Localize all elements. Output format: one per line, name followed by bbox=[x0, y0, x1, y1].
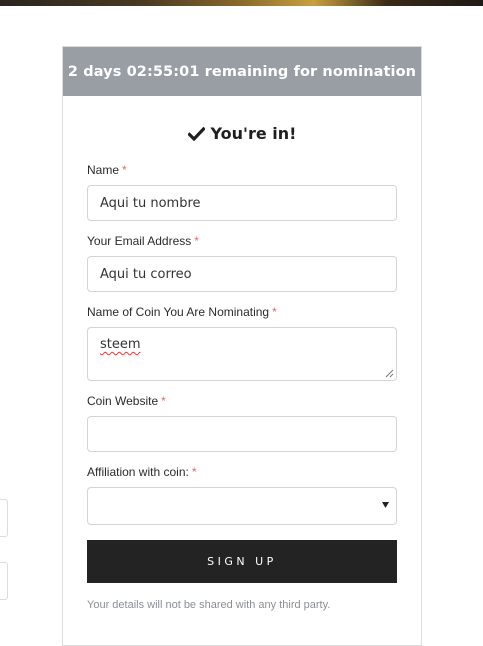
nomination-card: 2 days 02:55:01 remaining for nomination… bbox=[62, 46, 422, 646]
caret-down-icon bbox=[382, 502, 389, 508]
side-tab-lower[interactable] bbox=[0, 562, 8, 600]
name-input[interactable]: Aqui tu nombre bbox=[87, 185, 397, 221]
sign-up-button[interactable]: SIGN UP bbox=[87, 540, 397, 583]
name-label: Name * bbox=[87, 163, 127, 177]
affiliation-field-group: Affiliation with coin: * bbox=[87, 465, 397, 525]
coin-website-input[interactable] bbox=[87, 416, 397, 452]
required-mark: * bbox=[272, 305, 277, 319]
side-tab-upper[interactable] bbox=[0, 499, 8, 537]
signup-status: You're in! bbox=[63, 124, 421, 143]
email-field-group: Your Email Address * Aqui tu correo bbox=[87, 234, 397, 292]
required-mark: * bbox=[161, 394, 166, 408]
coin-website-label: Coin Website * bbox=[87, 394, 166, 408]
email-input[interactable]: Aqui tu correo bbox=[87, 256, 397, 292]
name-field-group: Name * Aqui tu nombre bbox=[87, 163, 397, 221]
countdown-text: 2 days 02:55:01 remaining for nomination bbox=[67, 63, 417, 80]
privacy-note: Your details will not be shared with any… bbox=[87, 599, 331, 611]
check-icon bbox=[187, 126, 205, 141]
email-label: Your Email Address * bbox=[87, 234, 199, 248]
coin-name-field-group: Name of Coin You Are Nominating * steem bbox=[87, 305, 397, 381]
coin-name-label: Name of Coin You Are Nominating * bbox=[87, 305, 277, 319]
affiliation-label: Affiliation with coin: * bbox=[87, 465, 197, 479]
coin-name-textarea[interactable]: steem bbox=[87, 327, 397, 381]
affiliation-select[interactable] bbox=[87, 487, 397, 525]
countdown-banner: 2 days 02:55:01 remaining for nomination bbox=[63, 47, 421, 96]
required-mark: * bbox=[122, 163, 127, 177]
status-text: You're in! bbox=[210, 124, 297, 143]
hero-image-strip bbox=[0, 0, 483, 6]
coin-website-field-group: Coin Website * bbox=[87, 394, 397, 452]
nomination-form: Name * Aqui tu nombre Your Email Address *… bbox=[63, 163, 421, 611]
coin-name-value: steem bbox=[100, 337, 141, 352]
required-mark: * bbox=[194, 234, 199, 248]
required-mark: * bbox=[191, 465, 197, 479]
resize-grip-icon[interactable] bbox=[385, 369, 394, 378]
